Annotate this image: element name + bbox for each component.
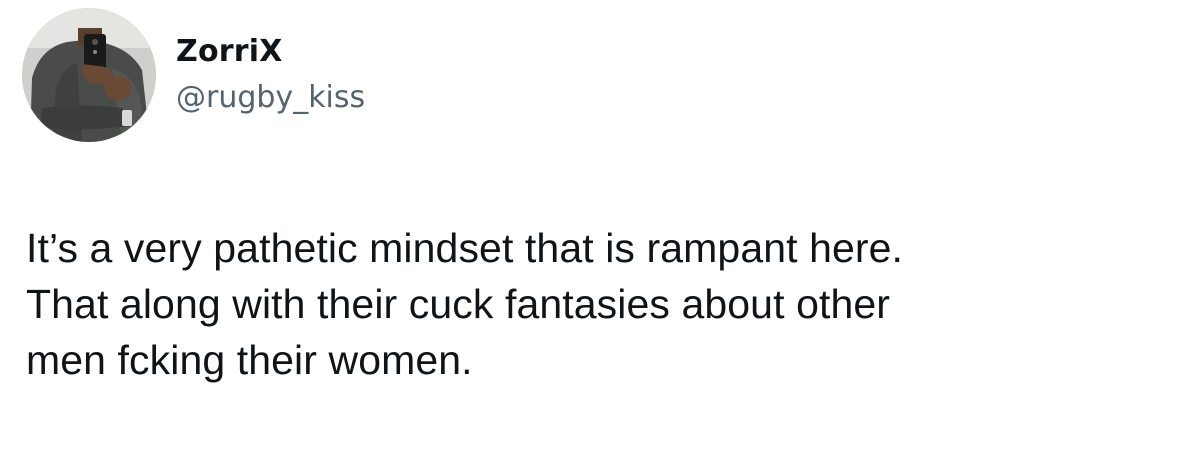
author-display-name[interactable]: ZorriX: [176, 32, 365, 72]
author-handle[interactable]: @rugby_kiss: [176, 78, 365, 118]
tweet-text: It’s a very pathetic mindset that is ram…: [26, 220, 1176, 388]
tweet-text-line: That along with their cuck fantasies abo…: [26, 281, 891, 327]
user-avatar[interactable]: [22, 8, 156, 142]
author-names: ZorriX @rugby_kiss: [176, 8, 365, 142]
tweet-text-line: It’s a very pathetic mindset that is ram…: [26, 225, 904, 271]
tweet-header: ZorriX @rugby_kiss: [22, 8, 365, 142]
tweet-card: ZorriX @rugby_kiss It’s a very pathetic …: [0, 0, 1200, 460]
tweet-text-line: men fcking their women.: [26, 337, 473, 383]
avatar-photo-icon: [22, 8, 156, 142]
